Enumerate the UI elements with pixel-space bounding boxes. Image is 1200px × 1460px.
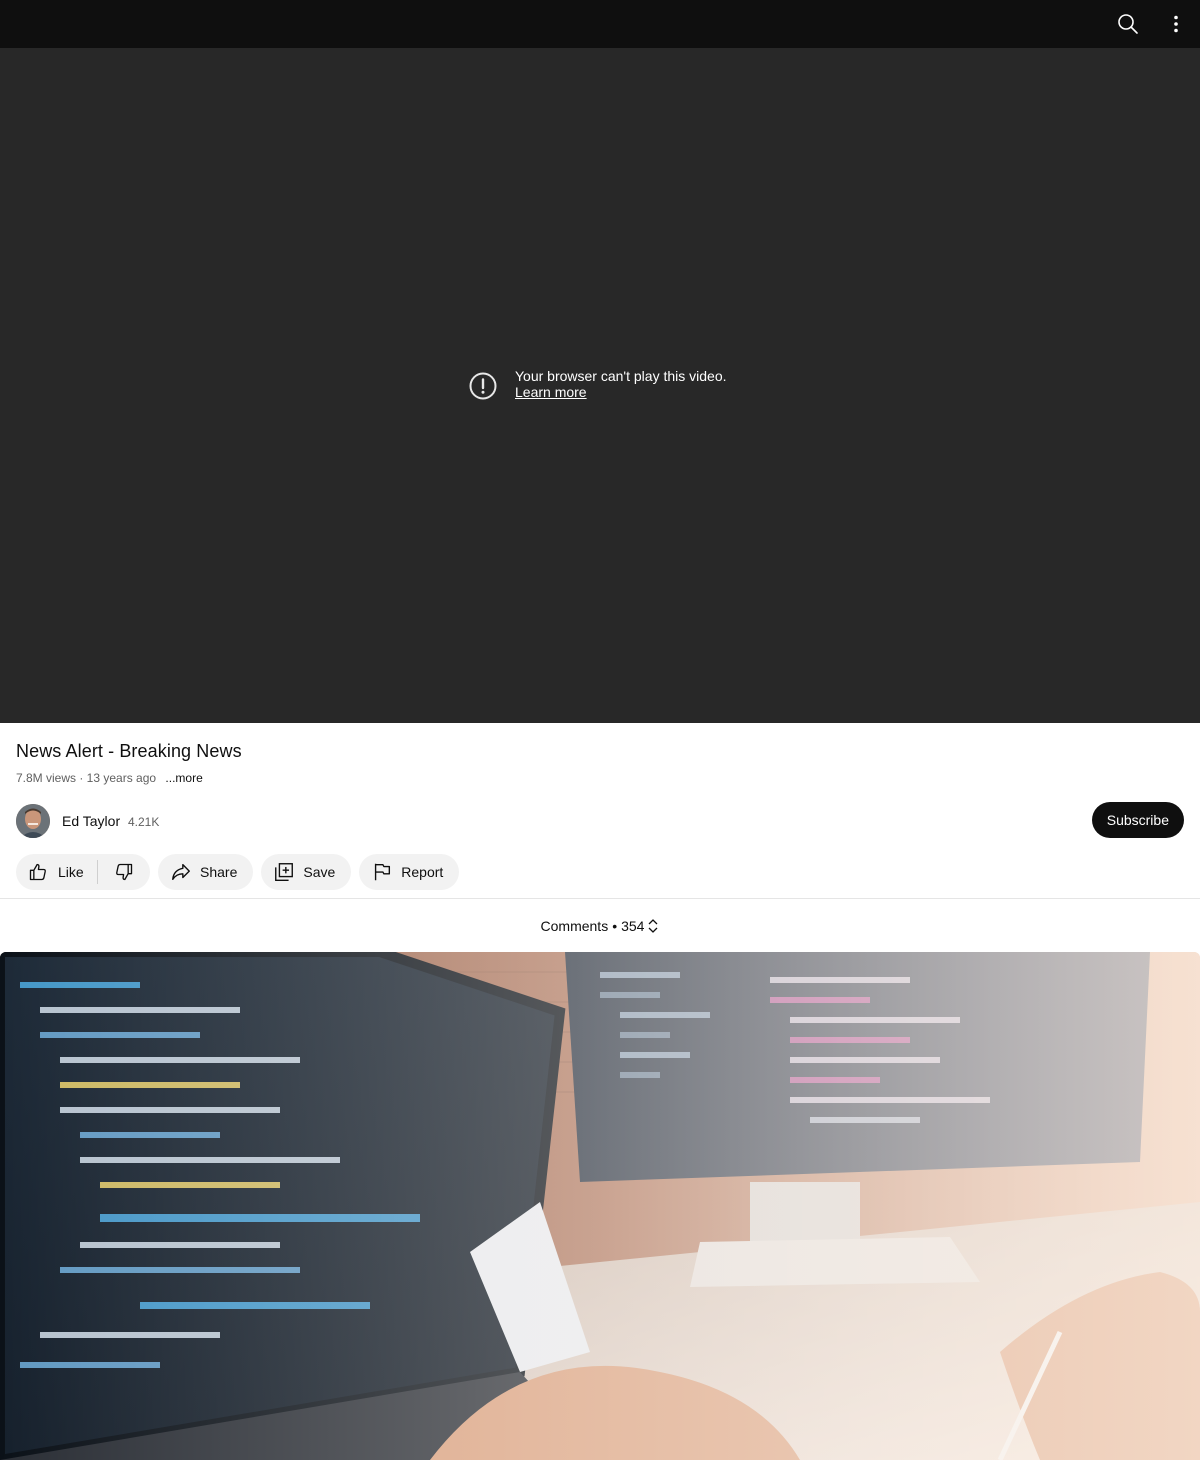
recommended-video-thumbnail[interactable] [0,952,1200,1460]
share-label: Share [200,864,238,880]
description-more-link[interactable]: ...more [165,771,202,785]
alert-circle-icon [469,372,497,400]
share-button[interactable]: Share [158,854,254,890]
avatar[interactable] [16,804,50,838]
thumbnail-image [0,952,1200,1460]
more-options-button[interactable] [1152,0,1200,48]
channel-name[interactable]: Ed Taylor [62,813,120,829]
search-icon [1118,14,1138,34]
share-arrow-icon [172,863,190,881]
save-button[interactable]: Save [261,854,352,890]
like-label: Like [58,864,84,880]
top-app-bar [0,0,1200,48]
channel-avatar-image [16,804,50,838]
comments-label: Comments [540,917,609,934]
like-dislike-group: Like [16,854,150,890]
comments-teaser[interactable]: Comments • 354 [0,899,1200,952]
error-text: Your browser can't play this video. Lear… [515,368,727,400]
comments-count: 354 [621,917,645,934]
video-title: News Alert - Breaking News [16,741,242,761]
subscriber-count: 4.21K [128,815,160,829]
save-label: Save [303,864,336,880]
report-button[interactable]: Report [359,854,460,890]
comments-separator: • [612,917,618,934]
thumb-up-icon [29,863,46,881]
dislike-button[interactable] [98,854,150,890]
search-button[interactable] [1104,0,1152,48]
error-message: Your browser can't play this video. [515,368,727,384]
video-meta: 7.8M views · 13 years ago ...more [16,771,203,785]
playlist-add-icon [275,863,294,881]
action-bar: Like Share Save Report [16,854,467,890]
flag-icon [375,863,391,881]
more-vert-icon [1174,15,1178,33]
like-button[interactable]: Like [16,854,98,890]
channel-row: Ed Taylor 4.21K Subscribe [16,802,1184,838]
report-label: Report [401,864,444,880]
video-player[interactable]: Your browser can't play this video. Lear… [0,48,1200,723]
views-and-age: 7.8M views · 13 years ago [16,771,157,785]
thumb-down-icon [116,863,133,881]
playback-error: Your browser can't play this video. Lear… [468,368,727,401]
sort-updown-icon [649,918,658,933]
subscribe-button[interactable]: Subscribe [1091,802,1184,838]
learn-more-link[interactable]: Learn more [515,384,727,400]
